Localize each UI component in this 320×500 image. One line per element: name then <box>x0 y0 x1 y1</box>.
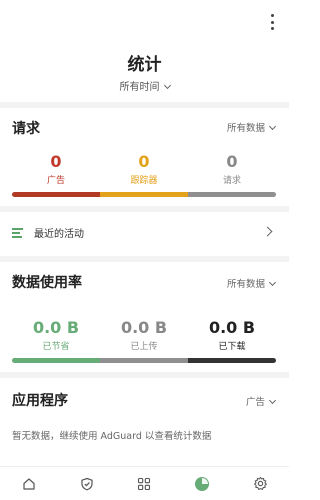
recent-activity-label: 最近的活动 <box>34 229 84 240</box>
list-icon <box>12 228 23 240</box>
divider <box>0 372 289 378</box>
data-usage-filter-dropdown[interactable]: 所有数据 <box>226 276 277 290</box>
uploaded-bar-segment <box>99 358 188 363</box>
bottom-navigation <box>0 466 289 500</box>
apps-filter-dropdown[interactable]: 广告 <box>245 394 277 408</box>
apps-title: 应用程序 <box>12 393 68 409</box>
data-usage-filter-label: 所有数据 <box>226 279 265 290</box>
uploaded-value: 0.0 B <box>120 318 168 337</box>
chevron-down-icon <box>268 278 277 287</box>
nav-home[interactable] <box>17 472 41 496</box>
requests-stat[interactable]: 0 请求 <box>184 152 280 186</box>
saved-label: 已节省 <box>42 342 70 352</box>
requests-count: 0 <box>226 152 238 171</box>
data-usage-title: 数据使用率 <box>12 275 82 291</box>
chevron-down-icon <box>163 81 171 90</box>
requests-progress-bar <box>12 192 276 197</box>
divider <box>0 256 289 262</box>
ads-stat[interactable]: 0 广告 <box>8 152 104 186</box>
nav-statistics[interactable] <box>190 472 214 496</box>
nav-settings[interactable] <box>248 472 272 496</box>
trackers-bar-segment <box>99 192 188 197</box>
requests-title: 请求 <box>12 121 40 137</box>
saved-bar-segment <box>12 358 100 363</box>
saved-stat[interactable]: 0.0 B 已节省 <box>8 318 104 352</box>
divider <box>0 102 289 108</box>
downloaded-label: 已下载 <box>218 342 246 352</box>
requests-filter-dropdown[interactable]: 所有数据 <box>226 120 277 134</box>
trackers-label: 跟踪器 <box>130 176 158 186</box>
statistics-icon <box>195 476 210 491</box>
requests-label: 请求 <box>222 176 241 186</box>
apps-grid-icon <box>138 477 151 490</box>
more-options-icon[interactable] <box>267 14 277 30</box>
shield-icon <box>81 477 93 490</box>
gear-icon <box>253 476 267 490</box>
divider <box>0 206 289 212</box>
data-usage-progress-bar <box>12 358 276 363</box>
nav-protection[interactable] <box>75 472 99 496</box>
chevron-down-icon <box>268 396 277 405</box>
apps-filter-label: 广告 <box>245 397 265 408</box>
uploaded-stat[interactable]: 0.0 B 已上传 <box>96 318 192 352</box>
page-title: 统计 <box>127 55 162 75</box>
ads-count: 0 <box>50 152 62 171</box>
chevron-right-icon <box>262 226 273 237</box>
recent-activity-row[interactable]: 最近的活动 <box>0 218 289 246</box>
ads-bar-segment <box>12 192 100 197</box>
ads-label: 广告 <box>46 176 65 186</box>
requests-filter-label: 所有数据 <box>226 123 265 134</box>
requests-bar-segment <box>187 192 276 197</box>
trackers-stat[interactable]: 0 跟踪器 <box>96 152 192 186</box>
downloaded-stat[interactable]: 0.0 B 已下载 <box>184 318 280 352</box>
chevron-down-icon <box>268 122 277 131</box>
period-label: 所有时间 <box>119 82 160 93</box>
nav-apps[interactable] <box>132 472 156 496</box>
uploaded-label: 已上传 <box>130 342 158 352</box>
downloaded-value: 0.0 B <box>208 318 256 337</box>
home-icon <box>23 477 35 490</box>
saved-value: 0.0 B <box>32 318 80 337</box>
apps-empty-message: 暂无数据，继续使用 AdGuard 以查看统计数据 <box>12 431 212 442</box>
period-selector[interactable]: 所有时间 <box>0 78 289 93</box>
downloaded-bar-segment <box>187 358 276 363</box>
trackers-count: 0 <box>138 152 150 171</box>
